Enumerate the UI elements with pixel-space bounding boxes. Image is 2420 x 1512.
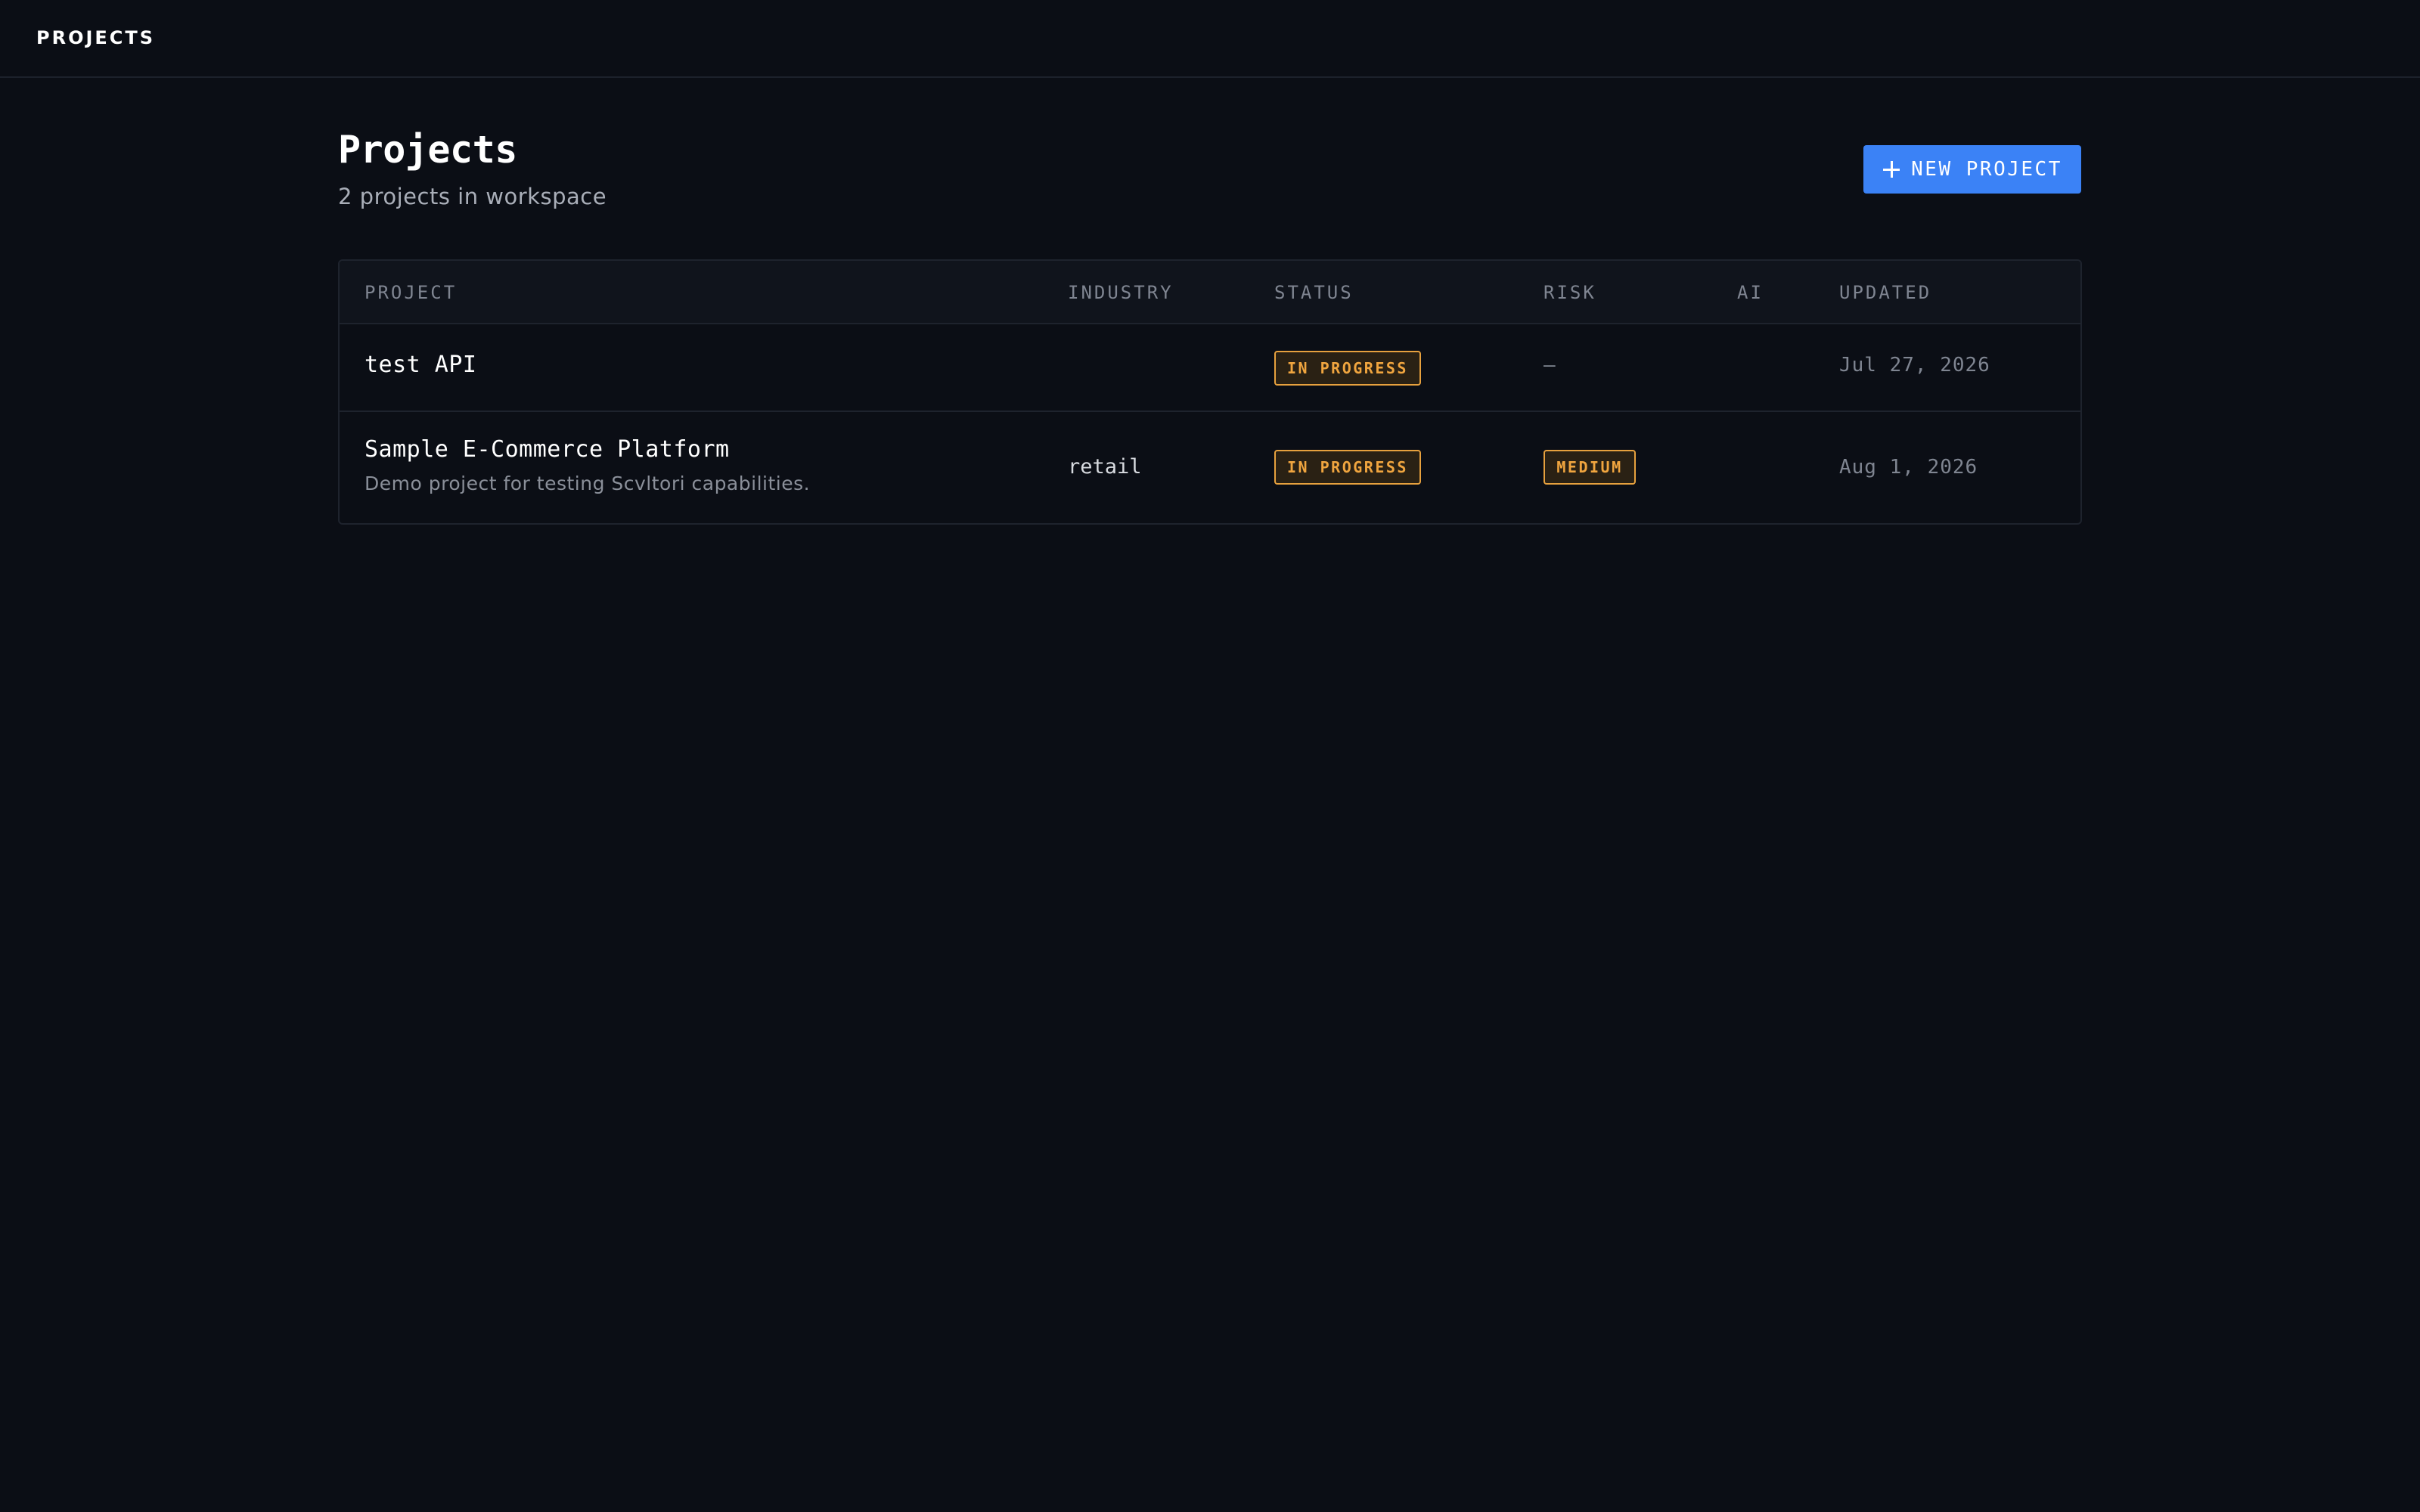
top-bar: PROJECTS <box>0 0 2420 78</box>
column-header-updated[interactable]: UPDATED <box>1839 281 1931 304</box>
table-row[interactable]: test API IN PROGRESS — Jul 27, 2026 <box>340 324 2080 412</box>
project-description: Demo project for testing Scvltori capabi… <box>365 472 811 494</box>
column-header-project[interactable]: PROJECT <box>365 281 457 304</box>
table-header: PROJECT INDUSTRY STATUS RISK AI UPDATED <box>340 261 2080 324</box>
page-subtitle: 2 projects in workspace <box>338 184 607 209</box>
updated-date: Aug 1, 2026 <box>1839 456 1978 479</box>
project-name[interactable]: test API <box>365 353 477 377</box>
project-name[interactable]: Sample E-Commerce Platform <box>365 438 730 462</box>
page-title: Projects <box>338 128 517 172</box>
column-header-status[interactable]: STATUS <box>1274 281 1354 304</box>
plus-icon <box>1882 160 1900 178</box>
table-row[interactable]: Sample E-Commerce Platform Demo project … <box>340 412 2080 523</box>
new-project-label: NEW PROJECT <box>1911 158 2062 181</box>
status-badge: IN PROGRESS <box>1274 351 1421 386</box>
new-project-button[interactable]: NEW PROJECT <box>1863 145 2081 194</box>
industry-value: retail <box>1068 455 1142 479</box>
column-header-ai[interactable]: AI <box>1737 281 1764 304</box>
projects-table: PROJECT INDUSTRY STATUS RISK AI UPDATED … <box>338 259 2082 525</box>
updated-date: Jul 27, 2026 <box>1839 354 1990 376</box>
risk-badge: MEDIUM <box>1544 450 1636 485</box>
column-header-risk[interactable]: RISK <box>1544 281 1596 304</box>
risk-empty: — <box>1544 354 1556 376</box>
app-title: PROJECTS <box>36 27 156 48</box>
status-badge: IN PROGRESS <box>1274 450 1421 485</box>
column-header-industry[interactable]: INDUSTRY <box>1068 281 1174 304</box>
